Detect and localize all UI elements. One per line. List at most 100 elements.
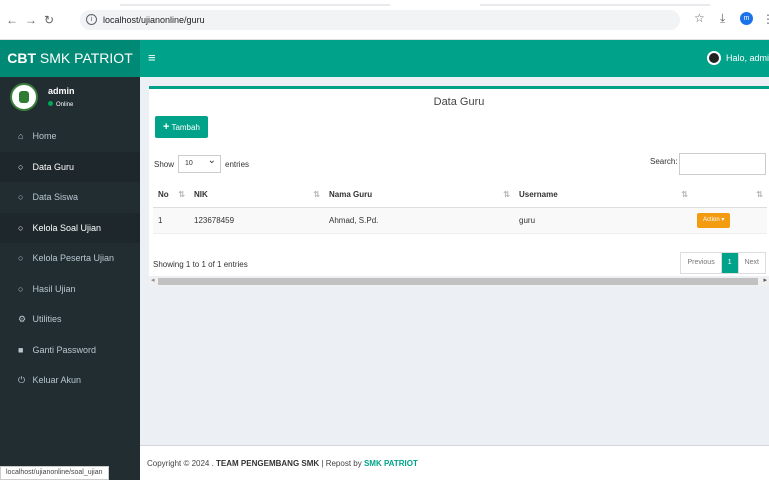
action-dropdown-button[interactable]: Action ▾ — [697, 212, 731, 228]
sidebar-item-kelola-peserta-ujian[interactable]: ○ Kelola Peserta Ujian — [0, 243, 140, 274]
address-bar[interactable]: i localhost/ujianonline/guru — [80, 10, 680, 30]
url-text[interactable]: localhost/ujianonline/guru — [103, 15, 205, 25]
profile-avatar[interactable]: m — [740, 12, 753, 25]
user-menu[interactable]: Halo, admi — [706, 51, 769, 65]
page-1-button[interactable]: 1 — [720, 253, 738, 273]
entries-length-control: Show 10 entries — [154, 153, 250, 173]
sort-icon: ⇅ — [503, 190, 510, 199]
column-label: Username — [519, 190, 558, 200]
sidebar-item-label: Kelola Peserta Ujian — [32, 253, 115, 263]
browser-toolbar: ← → ↻ i localhost/ujianonline/guru ☆ ⤓ m… — [0, 0, 769, 40]
sidebar-item-label: Keluar Akun — [32, 375, 82, 385]
column-header-username[interactable]: Username ⇅ — [514, 183, 692, 208]
sidebar-item-hasil-ujian[interactable]: ○ Hasil Ujian — [0, 274, 140, 305]
column-label: No — [158, 190, 169, 200]
reload-icon[interactable]: ↻ — [44, 13, 54, 27]
circle-icon: ○ — [18, 192, 24, 202]
circle-icon: ○ — [18, 161, 24, 172]
app-header: CBT SMK PATRIOT ≡ Halo, admi — [0, 40, 769, 77]
cogs-icon: ⚙ — [18, 314, 27, 324]
app-logo[interactable]: CBT SMK PATRIOT — [0, 40, 140, 77]
search-label: Search: — [650, 157, 678, 166]
page-footer: Copyright © 2024 . TEAM PENGEMBANG SMK |… — [140, 445, 769, 480]
sidebar-item-label: Data Guru — [32, 161, 75, 172]
pagination: Previous 1 Next — [680, 252, 766, 274]
logo-bold: CBT — [7, 50, 37, 66]
user-panel: admin Online — [0, 77, 140, 121]
sidebar-item-label: Home — [32, 131, 57, 141]
data-guru-box: Data Guru +Tambah Show 10 entries Search… — [149, 86, 769, 276]
column-label: NIK — [194, 190, 208, 200]
plus-icon: + — [163, 121, 170, 133]
sidebar-item-home[interactable]: ⌂ Home — [0, 121, 140, 152]
sidebar-item-utilities[interactable]: ⚙ Utilities — [0, 304, 140, 335]
cell-action: Action ▾ — [692, 207, 767, 234]
scrollbar-thumb[interactable] — [158, 278, 758, 285]
scroll-left-icon[interactable]: ◂ — [151, 276, 155, 284]
power-icon: ⏻ — [18, 375, 26, 385]
horizontal-scrollbar[interactable]: ◂ ▸ — [149, 277, 769, 286]
main-content: Data Guru +Tambah Show 10 entries Search… — [140, 77, 769, 445]
entries-label: entries — [225, 159, 250, 169]
user-greeting: Halo, admi — [725, 53, 769, 63]
previous-button[interactable]: Previous — [681, 253, 720, 273]
entries-select[interactable]: 10 — [178, 153, 222, 173]
browser-menu-icon[interactable]: ⋮ — [762, 12, 769, 26]
menu-toggle-icon[interactable]: ≡ — [148, 50, 156, 65]
search-input[interactable] — [679, 153, 766, 175]
table-info: Showing 1 to 1 of 1 entries — [153, 260, 248, 269]
add-teacher-button[interactable]: + Tambah — [155, 116, 208, 138]
sidebar-menu: ⌂ Home ○ Data Guru ○ Data Siswa ○ Kelola… — [0, 121, 140, 396]
sidebar-item-label: Utilities — [32, 314, 62, 324]
add-button-label: Tambah — [171, 123, 200, 132]
scroll-right-icon[interactable]: ▸ — [763, 276, 767, 284]
column-header-nama-guru[interactable]: Nama Guru ⇅ — [324, 183, 514, 208]
download-icon[interactable]: ⤓ — [720, 11, 725, 26]
sidebar-item-kelola-soal-ujian[interactable]: ○ Kelola Soal Ujian — [0, 212, 140, 243]
box-title: Data Guru — [433, 96, 485, 108]
forward-icon[interactable]: → — [25, 13, 37, 27]
tab-strip — [0, 0, 769, 6]
sidebar-user-name: admin — [48, 86, 75, 96]
sidebar-item-data-guru[interactable]: ○ Data Guru — [0, 151, 140, 182]
back-icon[interactable]: ← — [6, 13, 18, 27]
sidebar-item-ganti-password[interactable]: ■ Ganti Password — [0, 335, 140, 366]
footer-copyright: Copyright © 2024 . — [147, 459, 217, 468]
sidebar-item-label: Data Siswa — [32, 192, 79, 202]
sidebar-item-label: Kelola Soal Ujian — [32, 222, 102, 233]
home-icon: ⌂ — [18, 131, 24, 141]
cell-username: guru — [514, 207, 692, 234]
column-header-nik[interactable]: NIK ⇅ — [189, 183, 324, 208]
show-label: Show — [154, 159, 175, 169]
sidebar-user-status: Online — [48, 101, 73, 108]
next-button[interactable]: Next — [737, 253, 765, 273]
sidebar-item-label: Hasil Ujian — [32, 283, 76, 294]
caret-down-icon: ▾ — [721, 216, 725, 223]
sidebar-item-label: Ganti Password — [32, 344, 97, 355]
footer-separator: | Repost by — [319, 459, 364, 468]
site-info-icon[interactable]: i — [86, 14, 97, 25]
cell-nama-guru: Ahmad, S.Pd. — [324, 207, 514, 234]
logo-rest: SMK PATRIOT — [36, 50, 133, 66]
sidebar: admin Online ⌂ Home ○ Data Guru ○ Data S… — [0, 77, 140, 480]
sidebar-item-data-siswa[interactable]: ○ Data Siswa — [0, 182, 140, 213]
column-header-action[interactable]: ⇅ — [692, 183, 767, 208]
column-label: Nama Guru — [329, 190, 373, 200]
circle-icon: ○ — [18, 283, 24, 294]
circle-icon: ○ — [18, 222, 24, 233]
column-header-no[interactable]: No ⇅ — [153, 183, 189, 208]
sort-icon: ⇅ — [178, 190, 185, 199]
footer-team: TEAM PENGEMBANG SMK — [216, 459, 320, 468]
teacher-table: No ⇅ NIK ⇅ Nama Guru ⇅ Username ⇅ ⇅ 1 123678… — [153, 183, 767, 234]
sort-icon: ⇅ — [756, 190, 763, 199]
cell-nik: 123678459 — [189, 207, 324, 234]
sidebar-item-keluar-akun[interactable]: ⏻ Keluar Akun — [0, 365, 140, 396]
circle-icon: ○ — [18, 253, 24, 263]
cell-no: 1 — [153, 207, 189, 234]
bookmark-star-icon[interactable]: ☆ — [694, 11, 705, 25]
table-row: 1 123678459 Ahmad, S.Pd. guru Action ▾ — [153, 207, 767, 234]
online-dot-icon — [48, 101, 53, 106]
sort-icon: ⇅ — [313, 190, 320, 199]
sort-icon: ⇅ — [681, 190, 688, 199]
footer-brand-link[interactable]: SMK PATRIOT — [364, 459, 418, 468]
